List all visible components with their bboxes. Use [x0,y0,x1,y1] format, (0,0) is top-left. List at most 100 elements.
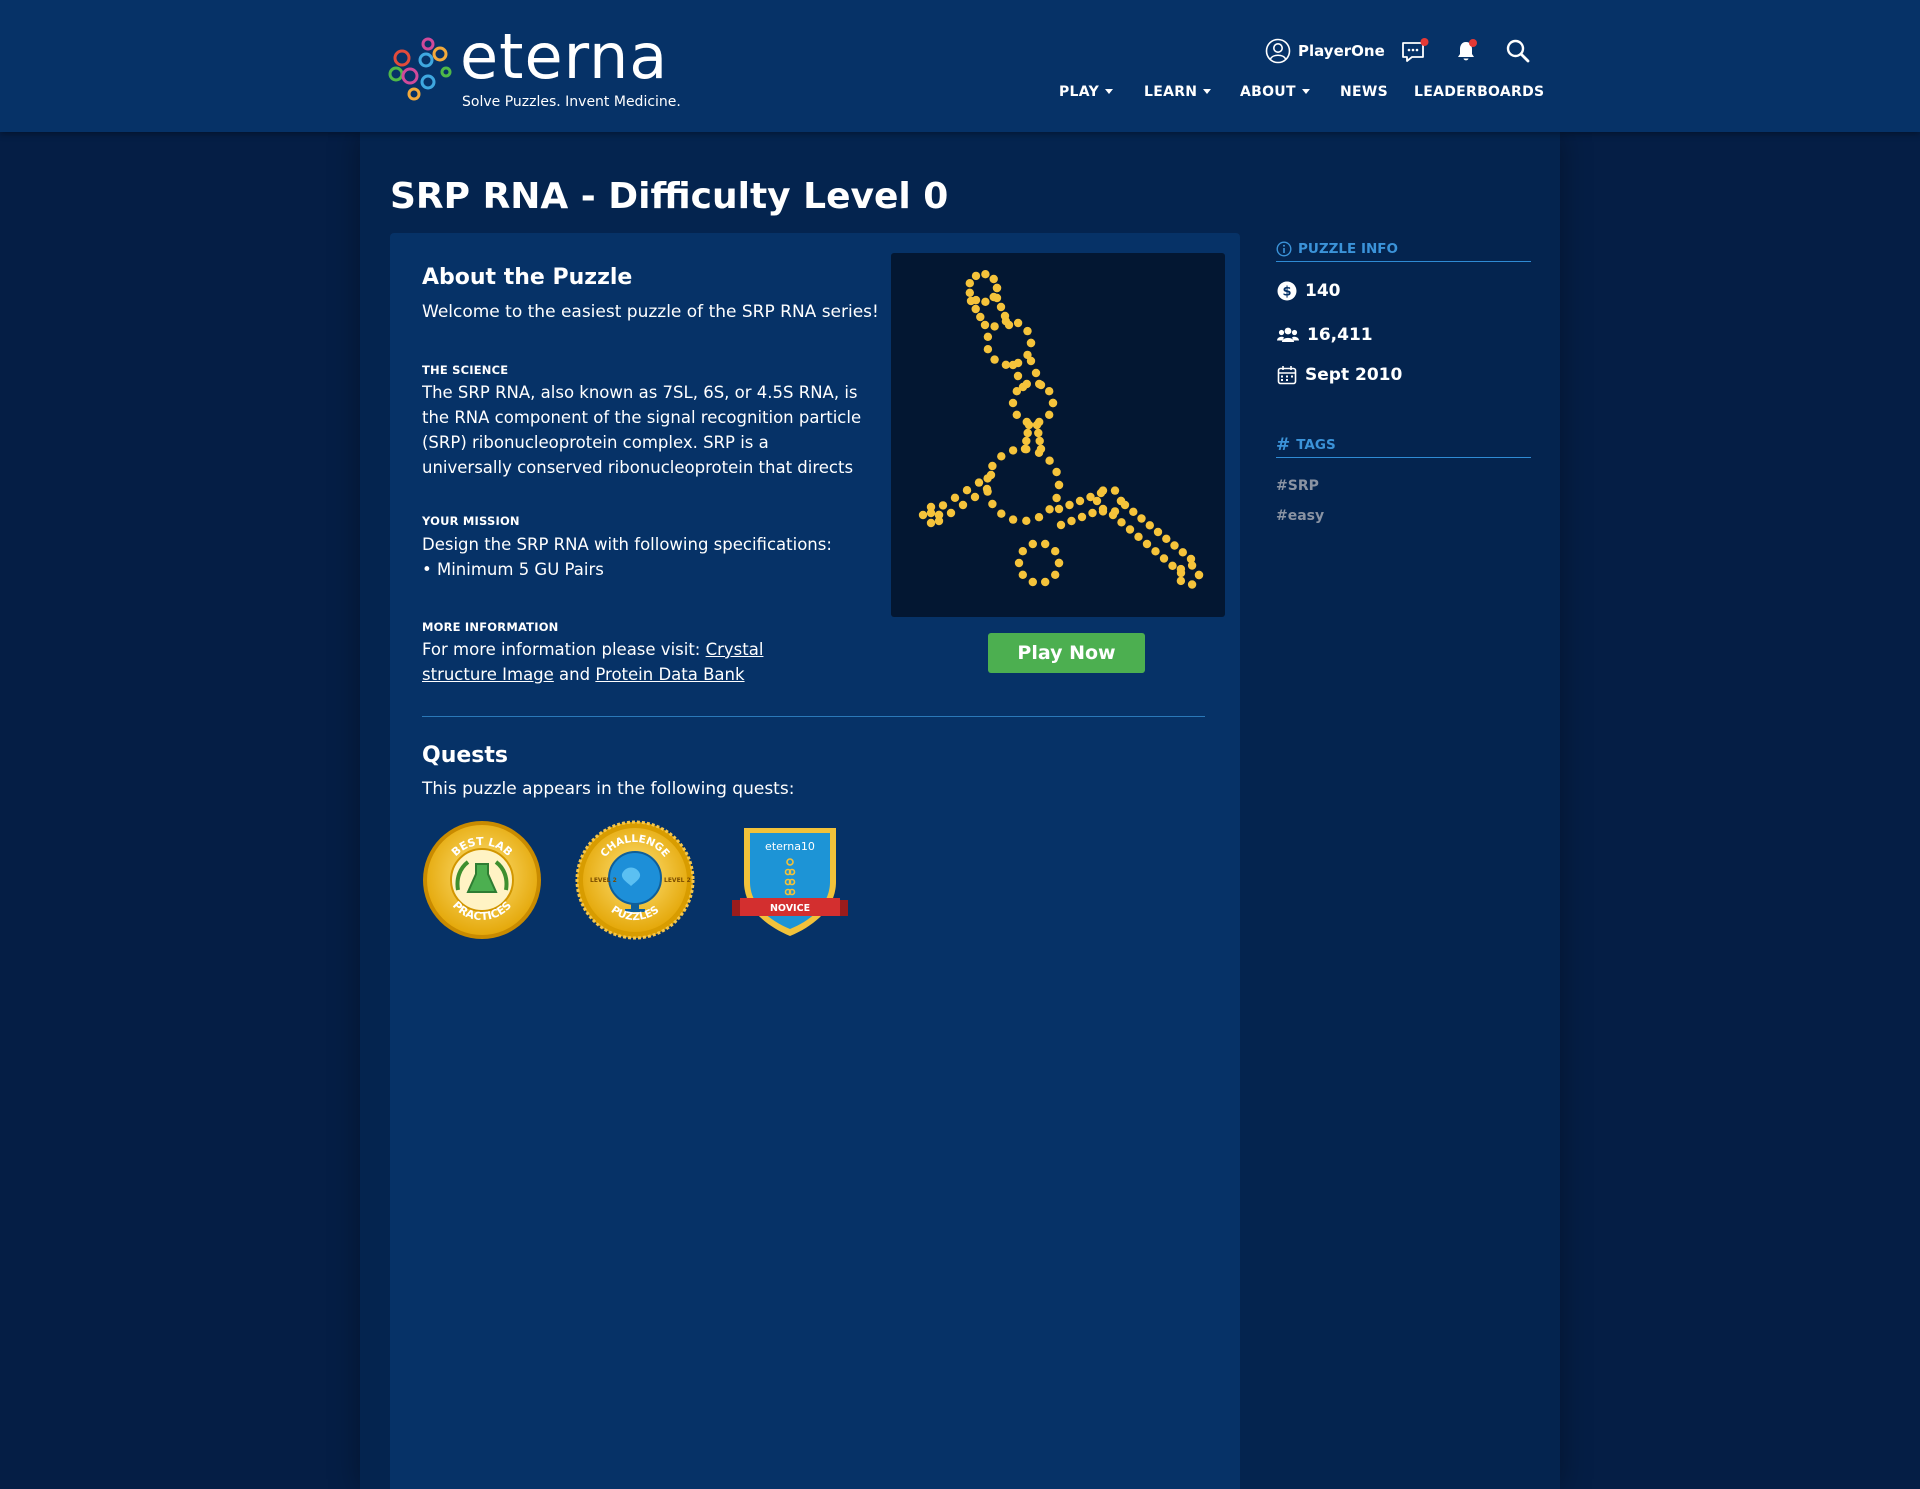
challenge-puzzles-badge-icon: CHALLENGE PUZZLES LEVEL 2 LEVEL 2 [575,820,695,940]
players-value: 16,411 [1307,325,1373,345]
user-profile-link[interactable]: PlayerOne [1265,37,1385,65]
nucleotide-dot [1013,318,1023,328]
tag-srp[interactable]: #SRP [1276,478,1319,494]
nucleotide-dot [1108,510,1118,520]
nav-about[interactable]: ABOUT [1240,84,1310,100]
chat-button[interactable] [1400,37,1430,65]
nucleotide-dot [1077,512,1087,522]
nucleotide-dot [1056,520,1066,530]
eterna-logo[interactable]: eterna Solve Puzzles. Invent Medicine. [388,20,698,114]
nav-play[interactable]: PLAY [1059,84,1114,100]
eterna-logo-mark-icon [388,37,452,101]
nucleotide-dot [1129,507,1138,516]
nucleotide-dot [1178,548,1187,557]
nucleotide-dot [946,508,956,518]
nucleotide-dot [1034,513,1044,522]
nav-leaderboards-label: LEADERBOARDS [1414,84,1545,100]
nucleotide-dot [966,296,976,306]
nucleotide-dot [986,470,996,480]
nucleotide-dot [962,486,972,495]
nucleotide-dot [992,283,1002,293]
eterna10-novice-badge-icon: eterna10 NOVICE [732,828,848,936]
nucleotide-dot [1024,420,1034,430]
about-intro: Welcome to the easiest puzzle of the SRP… [422,302,879,322]
nucleotide-dot [1026,356,1036,366]
nucleotide-dot [1018,570,1027,579]
nav-leaderboards[interactable]: LEADERBOARDS [1414,84,1544,100]
nucleotide-dot [989,274,998,284]
svg-text:$: $ [1282,285,1291,300]
nucleotide-dot [982,484,992,494]
protein-data-bank-link[interactable]: Protein Data Bank [595,665,744,684]
nucleotide-dot [1035,379,1044,389]
hash-icon: # [1276,434,1291,455]
nucleotide-dot [1142,539,1152,549]
users-icon [1277,327,1299,342]
nucleotide-dot [1134,532,1143,541]
nucleotide-dot [1028,539,1037,549]
info-icon [1276,240,1292,257]
nucleotide-dot [1117,518,1126,527]
nucleotide-dot [1001,317,1011,326]
nucleotide-dot [950,493,960,502]
nav-news[interactable]: NEWS [1340,84,1388,100]
nucleotide-dot [1008,446,1018,455]
nucleotide-dot [1153,527,1163,537]
nucleotide-dot [1048,398,1058,408]
username-label: PlayerOne [1298,42,1385,60]
nucleotide-dot [1176,564,1186,574]
quest-badge-challenge-puzzles[interactable]: CHALLENGE PUZZLES LEVEL 2 LEVEL 2 [575,820,695,940]
play-now-button[interactable]: Play Now [988,633,1145,673]
quest-badge-eterna10-novice[interactable]: eterna10 NOVICE [730,820,850,940]
nucleotide-dot [1187,561,1197,570]
nucleotide-dot [1032,420,1042,430]
nucleotide-dot [1045,505,1054,514]
nucleotide-dot [1098,486,1108,495]
nucleotide-dot [1120,500,1130,510]
nucleotide-dot [1008,360,1018,370]
puzzle-info-header: PUZZLE INFO [1276,236,1531,262]
user-icon [1265,38,1291,64]
tag-easy[interactable]: #easy [1276,508,1324,524]
mission-line-1: Design the SRP RNA with following specif… [422,535,832,554]
quests-heading: Quests [422,743,508,768]
nucleotide-dot [1145,521,1154,530]
nucleotide-dot [1028,577,1037,587]
nucleotide-dot [980,320,990,330]
search-button[interactable] [1504,37,1534,65]
nucleotide-dot [1031,368,1041,378]
puzzle-info-heading: PUZZLE INFO [1298,240,1398,257]
nucleotide-dot [971,271,981,281]
notifications-button[interactable] [1453,37,1483,65]
nucleotide-dot [1054,504,1064,514]
nucleotide-dot [1194,570,1204,580]
date-row: Sept 2010 [1277,365,1402,385]
nucleotide-dot [965,288,974,297]
dollar-coin-icon: $ [1277,281,1297,301]
nucleotide-dot [990,355,999,364]
nucleotide-dot [983,345,993,354]
caret-down-icon [1203,88,1212,94]
nucleotide-dot [1022,445,1031,454]
nucleotide-dot [971,304,980,314]
badge-2-level-right: LEVEL 2 [664,877,691,884]
nucleotide-dot [1022,379,1031,389]
nucleotide-dot [988,461,997,471]
nucleotide-dot [1026,338,1036,348]
nucleotide-dot [1176,576,1186,586]
nucleotide-dot [976,312,985,322]
nav-learn[interactable]: LEARN [1144,84,1212,100]
quest-badge-best-lab-practices[interactable]: BEST LAB PRACTICES [422,820,542,940]
nucleotide-dot [934,510,944,520]
nucleotide-dot [1034,448,1044,457]
nucleotide-dot [1023,326,1032,336]
nucleotide-dot [988,499,997,509]
nucleotide-dot [1054,558,1064,568]
nucleotide-dot [926,502,936,512]
nucleotide-dot [1159,554,1169,563]
quests-intro: This puzzle appears in the following que… [422,779,795,799]
nucleotide-dot [996,302,1006,312]
nucleotide-dot [1008,398,1018,408]
about-heading: About the Puzzle [422,265,633,290]
date-value: Sept 2010 [1305,365,1403,385]
